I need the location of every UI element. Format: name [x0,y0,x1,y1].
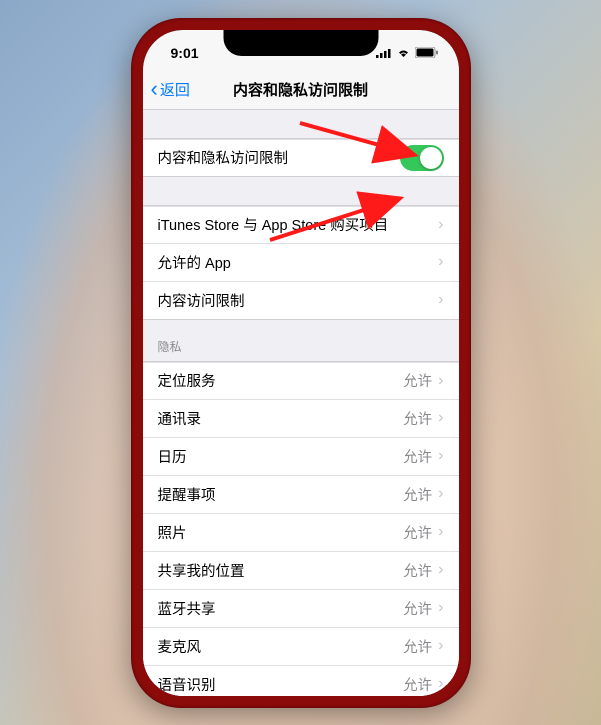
row-label: iTunes Store 与 App Store 购买项目 [158,214,439,235]
row-label: 定位服务 [158,370,404,391]
row-label: 允许的 App [158,252,439,273]
itunes-app-store-purchases-row[interactable]: iTunes Store 与 App Store 购买项目 › [143,206,459,244]
chevron-right-icon: › [438,216,443,234]
chevron-right-icon: › [438,523,443,541]
phone-frame: 9:01 ‹ 返回 内容和隐私访 [131,18,471,708]
page-title: 内容和隐私访问限制 [233,79,368,100]
row-label: 通讯录 [158,408,404,429]
toggle-knob [420,147,442,169]
chevron-right-icon: › [438,599,443,617]
allowed-apps-row[interactable]: 允许的 App › [143,244,459,282]
screen: 9:01 ‹ 返回 内容和隐私访 [143,30,459,696]
notch [223,30,378,56]
wifi-icon [396,48,411,58]
calendars-row[interactable]: 日历 允许 › [143,438,459,476]
row-label: 内容和隐私访问限制 [158,147,400,168]
toggle-group: 内容和隐私访问限制 [143,138,459,177]
battery-icon [415,47,439,58]
contacts-row[interactable]: 通讯录 允许 › [143,400,459,438]
privacy-group: 定位服务 允许 › 通讯录 允许 › 日历 允许 › [143,361,459,696]
status-time: 9:01 [171,45,199,61]
location-services-row[interactable]: 定位服务 允许 › [143,362,459,400]
chevron-right-icon: › [438,637,443,655]
content-restrictions-row[interactable]: 内容访问限制 › [143,282,459,320]
signal-icon [376,48,392,58]
status-icons [376,47,439,58]
share-my-location-row[interactable]: 共享我的位置 允许 › [143,552,459,590]
reminders-row[interactable]: 提醒事项 允许 › [143,476,459,514]
row-label: 内容访问限制 [158,290,439,311]
row-label: 照片 [158,522,404,543]
row-value: 允许 [403,522,432,543]
photos-row[interactable]: 照片 允许 › [143,514,459,552]
row-value: 允许 [403,560,432,581]
nav-bar: ‹ 返回 内容和隐私访问限制 [143,70,459,110]
back-label: 返回 [160,79,190,100]
content-group: iTunes Store 与 App Store 购买项目 › 允许的 App … [143,205,459,320]
back-button[interactable]: ‹ 返回 [143,76,190,102]
chevron-right-icon: › [438,253,443,271]
bluetooth-sharing-row[interactable]: 蓝牙共享 允许 › [143,590,459,628]
chevron-right-icon: › [438,409,443,427]
row-label: 麦克风 [158,636,404,657]
chevron-right-icon: › [438,291,443,309]
toggle-switch[interactable] [400,145,444,171]
row-label: 蓝牙共享 [158,598,404,619]
row-value: 允许 [403,408,432,429]
row-value: 允许 [403,598,432,619]
content-area: 内容和隐私访问限制 iTunes Store 与 App Store 购买项目 … [143,110,459,696]
row-label: 日历 [158,446,404,467]
row-label: 共享我的位置 [158,560,404,581]
content-privacy-restrictions-toggle-row[interactable]: 内容和隐私访问限制 [143,139,459,177]
row-value: 允许 [403,446,432,467]
chevron-right-icon: › [438,561,443,579]
row-label: 提醒事项 [158,484,404,505]
row-label: 语音识别 [158,674,404,695]
chevron-right-icon: › [438,447,443,465]
row-value: 允许 [403,674,432,695]
chevron-right-icon: › [438,675,443,693]
speech-recognition-row[interactable]: 语音识别 允许 › [143,666,459,696]
row-value: 允许 [403,636,432,657]
row-value: 允许 [403,370,432,391]
chevron-right-icon: › [438,372,443,390]
privacy-section-header: 隐私 [143,320,459,361]
chevron-left-icon: ‹ [151,76,158,102]
row-value: 允许 [403,484,432,505]
chevron-right-icon: › [438,485,443,503]
microphone-row[interactable]: 麦克风 允许 › [143,628,459,666]
